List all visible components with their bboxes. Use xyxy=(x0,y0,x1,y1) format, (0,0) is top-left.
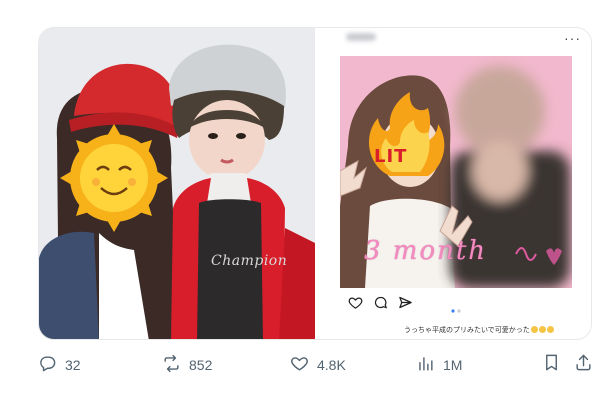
caption-text: うっちゃ平成のプリみたいで可愛かった xyxy=(404,326,530,334)
repost-icon xyxy=(162,354,181,376)
smile-emoji-icon xyxy=(530,326,538,333)
smile-emoji-icon xyxy=(546,326,554,333)
smile-emoji-icon xyxy=(538,326,546,333)
reply-icon xyxy=(38,354,57,376)
right-photo[interactable]: ··· LIT 3 month うっちゃ平成のプリみたいで可愛かった xyxy=(318,28,591,339)
views-count: 1M xyxy=(443,357,463,373)
comment-icon xyxy=(373,295,388,311)
left-photo[interactable]: Champion xyxy=(39,28,315,339)
embedded-photo: LIT 3 month xyxy=(340,56,572,288)
embedded-caption: うっちゃ平成のプリみたいで可愛かった xyxy=(404,325,554,335)
reply-button[interactable]: 32 xyxy=(38,352,81,378)
bookmark-icon xyxy=(542,353,561,377)
heart-icon xyxy=(348,295,363,311)
like-button[interactable]: 4.8K xyxy=(290,352,346,378)
like-heart-icon xyxy=(290,354,309,376)
views-bar-chart-icon xyxy=(416,354,435,376)
send-icon xyxy=(398,295,413,311)
tweet-post: Champion ··· LIT 3 month うっちゃ平成のプリみたいで可愛… xyxy=(0,0,600,400)
repost-count: 852 xyxy=(189,357,213,373)
repost-button[interactable]: 852 xyxy=(162,352,212,378)
share-button[interactable] xyxy=(574,352,593,378)
blurred-username xyxy=(346,33,376,41)
sun-face-emoji-icon xyxy=(60,124,168,232)
tweet-action-bar: 32 852 4.8K 1M xyxy=(38,352,594,378)
lit-sticker-text: LIT xyxy=(374,146,408,167)
share-upload-icon xyxy=(574,353,593,377)
views-button[interactable]: 1M xyxy=(416,352,462,378)
bookmark-button[interactable] xyxy=(542,352,561,378)
shirt-logo-text: Champion xyxy=(211,253,288,269)
left-photo-art xyxy=(39,28,315,339)
carousel-dots xyxy=(451,300,463,313)
embedded-actions xyxy=(348,295,413,311)
more-options-icon: ··· xyxy=(564,30,581,46)
reply-count: 32 xyxy=(65,357,81,373)
like-count: 4.8K xyxy=(317,357,346,373)
media-card[interactable]: Champion ··· LIT 3 month うっちゃ平成のプリみたいで可愛… xyxy=(38,27,592,340)
handwritten-text: 3 month xyxy=(364,236,488,266)
